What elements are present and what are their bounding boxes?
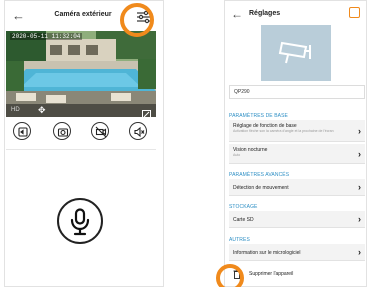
mute-icon[interactable] bbox=[129, 122, 147, 140]
divider bbox=[6, 149, 156, 150]
video-timestamp: 2020-05-11 11:32:04 bbox=[10, 33, 83, 40]
delete-highlight-circle bbox=[216, 264, 244, 287]
account-icon[interactable] bbox=[349, 7, 360, 18]
section-basic-settings: PARAMÈTRES DE BASE bbox=[229, 113, 288, 119]
section-advanced-settings: PARAMÈTRES AVANCÉS bbox=[229, 172, 290, 178]
section-other: AUTRES bbox=[229, 237, 250, 243]
row-basic-function[interactable]: Réglage de fonction de base Activation f… bbox=[229, 120, 365, 142]
back-arrow-icon[interactable]: ← bbox=[231, 7, 243, 21]
row-motion-detection[interactable]: Détection de mouvement › bbox=[229, 179, 365, 196]
settings-screen: ← Réglages QP290 PARAMÈTRES DE BASE Régl… bbox=[224, 0, 367, 287]
chevron-right-icon: › bbox=[358, 247, 361, 257]
quality-toggle[interactable]: HD bbox=[11, 107, 20, 113]
back-arrow-icon[interactable]: ← bbox=[12, 9, 25, 23]
live-video-feed[interactable]: 2020-05-11 11:32:04 HD ✥ bbox=[6, 31, 156, 117]
page-title: Réglages bbox=[249, 10, 281, 17]
security-camera-icon bbox=[278, 41, 311, 64]
row-title: Carte SD bbox=[233, 217, 254, 223]
stage: ← Caméra extérieur 2020-05-11 11:32:04 H… bbox=[0, 0, 367, 287]
microphone-icon bbox=[70, 208, 90, 236]
chevron-right-icon: › bbox=[358, 182, 361, 192]
row-title: Détection de mouvement bbox=[233, 185, 289, 191]
expand-icon[interactable] bbox=[142, 106, 151, 117]
row-sd-card[interactable]: Carte SD › bbox=[229, 211, 365, 228]
device-image bbox=[261, 25, 353, 98]
row-subtitle: Auto bbox=[233, 153, 241, 157]
chevron-right-icon: › bbox=[358, 126, 361, 136]
chevron-right-icon: › bbox=[358, 149, 361, 159]
page-title: Caméra extérieur bbox=[54, 11, 112, 18]
microphone-button[interactable] bbox=[57, 198, 103, 244]
row-title: Information sur le micrologiciel bbox=[233, 250, 301, 256]
delete-device-label: Supprimer l'appareil bbox=[249, 271, 294, 277]
video-toolbar: HD ✥ bbox=[6, 104, 156, 117]
settings-highlight-circle bbox=[120, 3, 154, 37]
move-arrows-icon[interactable]: ✥ bbox=[38, 105, 46, 116]
row-night-vision[interactable]: Vision nocturne Auto › bbox=[229, 144, 365, 164]
section-storage: STOCKAGE bbox=[229, 204, 258, 210]
device-name-field[interactable]: QP290 bbox=[229, 85, 365, 99]
device-name-value: QP290 bbox=[234, 89, 250, 95]
row-firmware-info[interactable]: Information sur le micrologiciel › bbox=[229, 244, 365, 261]
video-record-icon[interactable] bbox=[91, 122, 109, 140]
camera-view-screen: ← Caméra extérieur 2020-05-11 11:32:04 H… bbox=[4, 0, 164, 287]
row-subtitle: Activation flèche son la caméra d'angle … bbox=[233, 129, 334, 133]
chevron-right-icon: › bbox=[358, 214, 361, 224]
camera-snapshot-icon[interactable] bbox=[53, 122, 71, 140]
speaker-icon[interactable] bbox=[13, 122, 31, 140]
delete-device-button[interactable]: Supprimer l'appareil bbox=[229, 267, 365, 281]
